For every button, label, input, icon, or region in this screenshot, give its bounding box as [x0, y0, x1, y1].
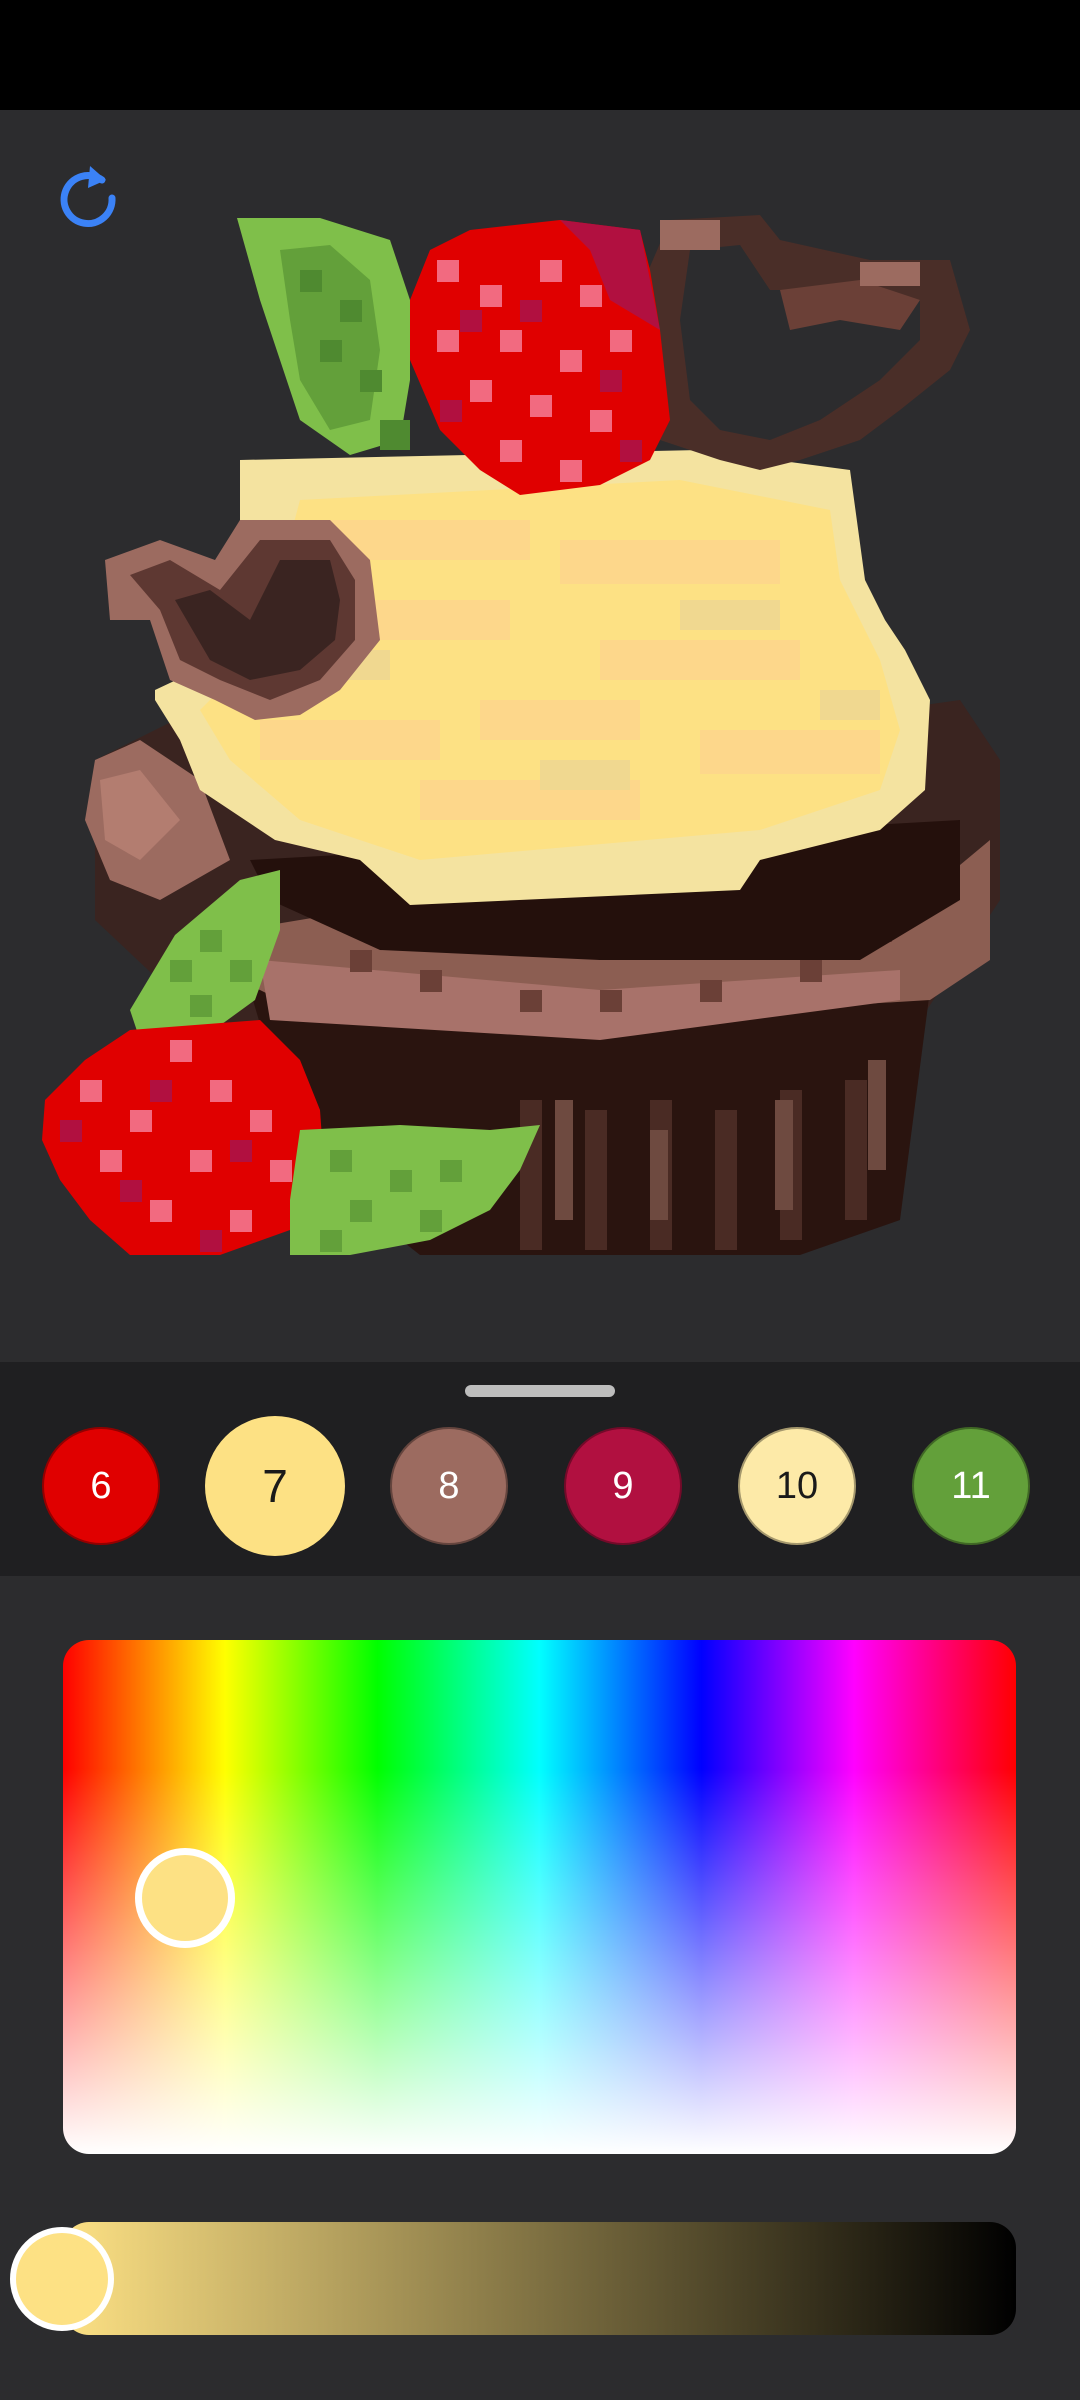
swatch-number: 7: [262, 1460, 288, 1512]
pixel-art-image[interactable]: [0, 110, 1080, 1362]
swatch-number: 11: [951, 1464, 991, 1507]
brightness-slider-thumb[interactable]: [10, 2227, 114, 2331]
color-swatch-10[interactable]: 10: [738, 1427, 856, 1545]
color-swatch-7[interactable]: 7: [205, 1416, 345, 1556]
swatch-number: 6: [90, 1464, 112, 1507]
drag-handle[interactable]: [465, 1385, 615, 1397]
hue-picker-thumb[interactable]: [135, 1848, 235, 1948]
refresh-icon: [60, 166, 116, 227]
color-swatch-9[interactable]: 9: [564, 1427, 682, 1545]
refresh-button[interactable]: [52, 162, 124, 234]
swatch-number: 8: [438, 1464, 460, 1507]
color-swatch-8[interactable]: 8: [390, 1427, 508, 1545]
pixel-art-canvas[interactable]: [0, 110, 1080, 1362]
color-swatch-6[interactable]: 6: [42, 1427, 160, 1545]
color-swatch-11[interactable]: 11: [912, 1427, 1030, 1545]
swatch-number: 10: [775, 1464, 819, 1507]
brightness-slider[interactable]: [63, 2222, 1016, 2335]
swatch-number: 9: [612, 1464, 634, 1507]
status-bar: [0, 0, 1080, 110]
